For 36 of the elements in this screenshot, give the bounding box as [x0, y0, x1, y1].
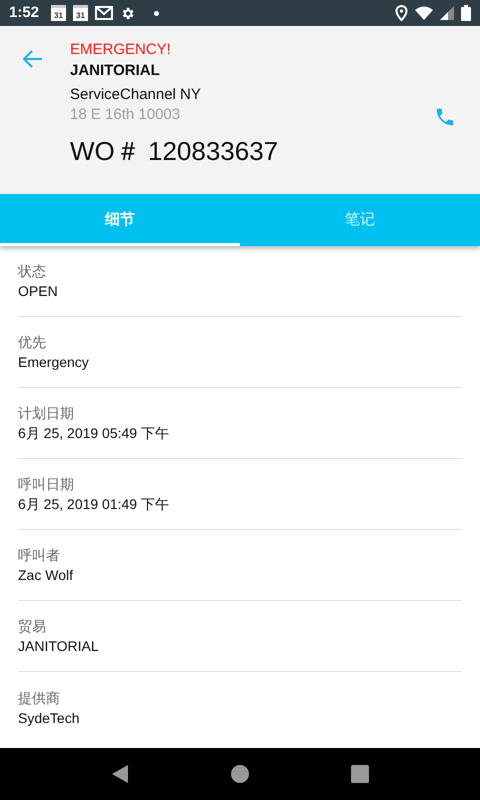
work-order-number: WO＃ 120833637: [70, 135, 280, 167]
field-value: 6月 25, 2019 05:49 下午: [18, 424, 170, 443]
field-value: Emergency: [18, 353, 90, 372]
tab[interactable]: 细节: [0, 194, 240, 246]
battery-icon: [461, 5, 471, 21]
field-value: SydeTech: [18, 708, 80, 728]
field-value: 6月 25, 2019 01:49 下午: [18, 495, 170, 514]
trade-title: JANITORIAL: [70, 61, 161, 81]
field-value: Zac Wolf: [18, 566, 74, 585]
status-time: 1:52: [9, 2, 40, 23]
calendar-icon: 31: [51, 5, 66, 21]
emergency-label: EMERGENCY!: [70, 40, 172, 60]
home-circle-icon[interactable]: [231, 765, 249, 783]
settings-icon: [120, 6, 136, 20]
field-label: 优先: [18, 333, 47, 352]
calendar-icon: 31: [73, 5, 88, 21]
field-label: 贸易: [18, 617, 47, 636]
location-pin-icon: [395, 5, 408, 21]
wifi-icon: [415, 6, 433, 20]
back-arrow-icon: [23, 50, 43, 68]
tab[interactable]: 笔记: [240, 194, 480, 246]
signal-icon: [440, 6, 454, 20]
field-label: 呼叫者: [18, 546, 61, 565]
field-value: JANITORIAL: [18, 637, 100, 656]
field-label: 计划日期: [18, 404, 75, 423]
address-text: 18 E 16th 10003: [70, 105, 182, 125]
mail-icon: [95, 6, 114, 20]
back-triangle-icon[interactable]: [111, 765, 129, 783]
back-button[interactable]: [22, 48, 44, 70]
field-label: 状态: [18, 262, 47, 281]
field-value: OPEN: [18, 282, 59, 301]
recents-square-icon[interactable]: [351, 765, 369, 783]
field-label: 提供商: [18, 688, 61, 708]
field-label: 呼叫日期: [18, 475, 75, 494]
location-name: ServiceChannel NY: [70, 85, 202, 105]
phone-icon: [434, 106, 456, 128]
